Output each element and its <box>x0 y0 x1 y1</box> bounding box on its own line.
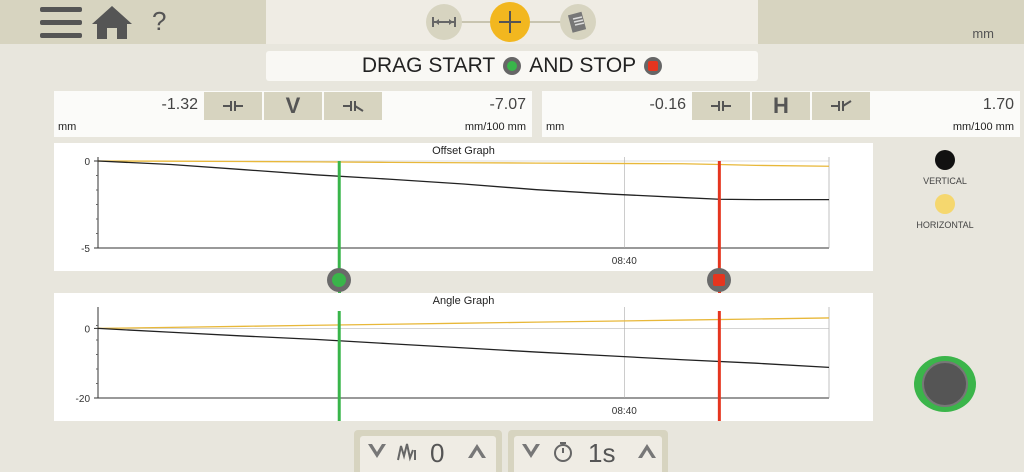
horizontal-offset-value: -0.16 <box>649 96 686 113</box>
angle-graph-plot[interactable]: 0 -20 08:40 <box>54 293 873 421</box>
horizontal-readout-panel: -0.16 H 1.70 mm mm/100 mm <box>542 91 1020 137</box>
filter-icon <box>396 442 418 467</box>
offset-graph-plot[interactable]: 0 -5 08:40 <box>54 143 873 271</box>
vertical-offset-value: -1.32 <box>161 96 198 113</box>
vertical-legend-label: VERTICAL <box>923 176 967 186</box>
unit-label[interactable]: mm <box>972 26 994 41</box>
home-icon[interactable] <box>90 4 134 40</box>
filter-stepper: 0 <box>354 430 502 472</box>
vertical-swatch <box>935 150 955 170</box>
horizontal-letter[interactable]: H <box>752 92 810 120</box>
marker-bridge <box>0 271 1024 293</box>
instruction-text-stop: AND STOP <box>529 54 637 77</box>
crosshair-icon[interactable] <box>490 2 530 42</box>
y-tick-label: 0 <box>84 157 90 168</box>
offset-graph[interactable]: Offset Graph 0 -5 08:40 <box>54 143 873 271</box>
vertical-angle-value: -7.07 <box>489 96 526 113</box>
start-marker-icon <box>503 57 522 75</box>
x-tick-label: 08:40 <box>612 256 637 267</box>
offset-mode-icon[interactable] <box>692 92 750 120</box>
start-drag-handle[interactable] <box>327 268 352 292</box>
legend-vertical: VERTICAL <box>900 150 990 186</box>
timer-icon <box>552 441 574 468</box>
vertical-letter[interactable]: V <box>264 92 322 120</box>
vertical-offset-unit: mm <box>58 121 77 133</box>
record-button[interactable] <box>914 356 976 412</box>
chevron-down-icon[interactable] <box>366 440 388 467</box>
angle-graph[interactable]: Angle Graph 0 -20 08:40 <box>54 293 873 421</box>
legend-horizontal: HORIZONTAL <box>900 194 990 230</box>
mode-selector <box>426 2 596 42</box>
horizontal-legend-label: HORIZONTAL <box>916 220 974 230</box>
chevron-down-icon[interactable] <box>520 440 542 467</box>
y-tick-label: 0 <box>84 324 90 335</box>
horizontal-swatch <box>935 194 955 214</box>
hamburger-menu-icon[interactable] <box>40 5 82 41</box>
filter-value: 0 <box>430 438 445 468</box>
report-icon[interactable] <box>560 4 596 40</box>
vertical-angle-unit: mm/100 mm <box>464 121 526 133</box>
horizontal-offset-unit: mm <box>546 121 565 133</box>
chevron-up-icon[interactable] <box>636 440 658 467</box>
help-icon[interactable]: ? <box>152 6 166 37</box>
horizontal-measure-icon[interactable] <box>426 4 462 40</box>
y-tick-label: -5 <box>81 244 90 255</box>
horizontal-angle-unit: mm/100 mm <box>952 121 1014 133</box>
vertical-readout-panel: -1.32 V -7.07 mm mm/100 mm <box>54 91 532 137</box>
instruction-banner: DRAG START AND STOP <box>266 51 758 81</box>
timer-stepper: 1s <box>508 430 668 472</box>
angle-mode-icon[interactable] <box>324 92 382 120</box>
x-tick-label: 08:40 <box>612 406 637 417</box>
chevron-up-icon[interactable] <box>466 440 488 467</box>
y-tick-label: -20 <box>76 394 91 405</box>
stop-marker-icon <box>644 57 663 75</box>
angle-mode-icon[interactable] <box>812 92 870 120</box>
offset-mode-icon[interactable] <box>204 92 262 120</box>
instruction-text-start: DRAG START <box>361 54 496 77</box>
stop-drag-handle[interactable] <box>707 268 732 292</box>
horizontal-angle-value: 1.70 <box>982 96 1014 113</box>
timer-value: 1s <box>588 438 616 468</box>
